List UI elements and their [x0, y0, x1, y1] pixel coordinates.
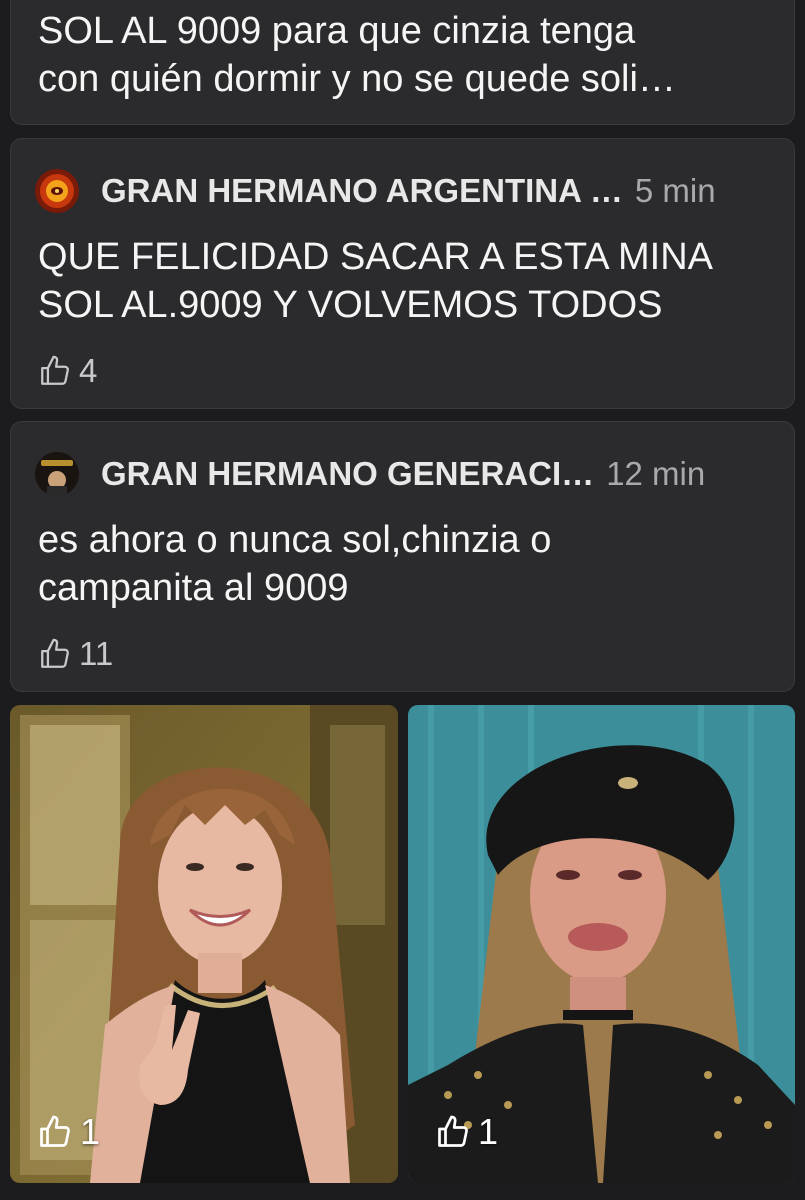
gran-hermano-logo-icon: [35, 169, 79, 213]
thumbs-up-icon: [41, 355, 69, 385]
comment-header: GRAN HERMANO ARGENTINA … 5 min: [35, 169, 774, 213]
like-count: 1: [80, 1111, 101, 1152]
comment-text: es ahora o nunca sol,chinzia o campanita…: [38, 519, 552, 609]
timestamp: 5 min: [634, 172, 716, 209]
like-count: 11: [79, 635, 114, 672]
comment-card[interactable]: GRAN HERMANO GENERACI… 12 min es ahora o…: [10, 421, 795, 692]
timestamp: 12 min: [606, 455, 706, 492]
feed-bottom-edge: [0, 1188, 805, 1200]
like-button[interactable]: 4: [37, 352, 97, 390]
like-count: 4: [79, 352, 98, 389]
comment-header: GRAN HERMANO GENERACI… 12 min: [35, 452, 774, 496]
thumbs-up-icon: [40, 1115, 70, 1147]
gran-hermano-generacion-logo-icon: [35, 452, 79, 496]
like-button[interactable]: 1: [434, 1111, 498, 1153]
avatar[interactable]: [35, 169, 79, 213]
like-button[interactable]: 11: [37, 635, 113, 673]
author-name[interactable]: GRAN HERMANO ARGENTINA …: [101, 172, 623, 210]
comment-text: SOL AL 9009 para que cinzia tenga con qu…: [38, 10, 676, 100]
like-button[interactable]: 1: [36, 1111, 100, 1153]
photo-card[interactable]: 1: [10, 705, 398, 1183]
thumbs-up-icon: [41, 638, 69, 668]
photo-card[interactable]: 1: [408, 705, 795, 1183]
author-name[interactable]: GRAN HERMANO GENERACI…: [101, 455, 594, 493]
comment-text: QUE FELICIDAD SACAR A ESTA MINA SOL AL.9…: [38, 236, 714, 326]
avatar[interactable]: [35, 452, 79, 496]
like-count: 1: [478, 1111, 499, 1152]
comment-card[interactable]: GRAN HERMANO ARGENTINA … 5 min QUE FELIC…: [10, 138, 795, 409]
thumbs-up-icon: [438, 1115, 468, 1147]
comment-card[interactable]: SOL AL 9009 para que cinzia tenga con qu…: [10, 0, 795, 125]
